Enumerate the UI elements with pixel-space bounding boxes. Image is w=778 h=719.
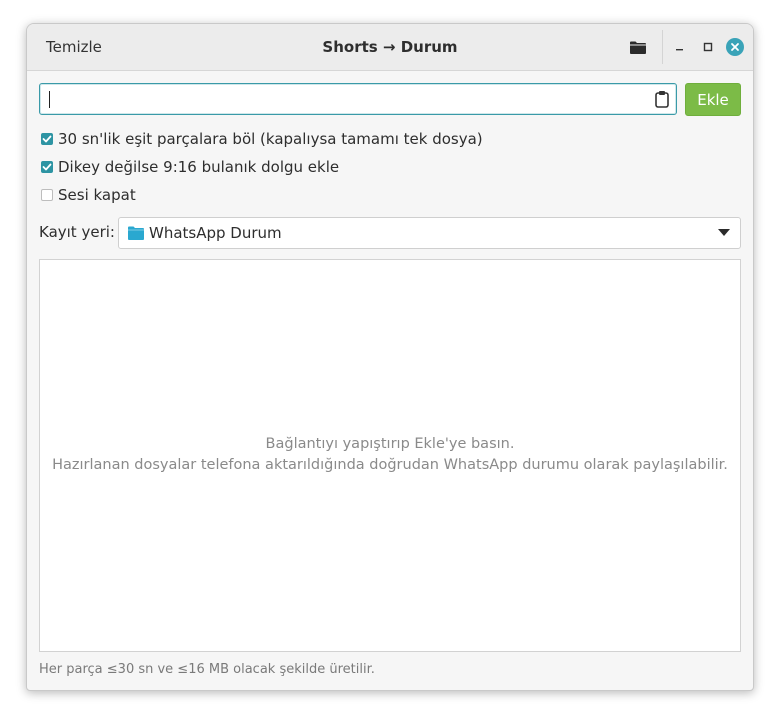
text-caret <box>49 91 50 108</box>
blur-checkbox[interactable] <box>41 161 53 173</box>
url-entry[interactable] <box>39 83 677 115</box>
save-location-label: Kayıt yeri: <box>39 223 115 241</box>
save-location-dropdown[interactable]: WhatsApp Durum <box>118 217 741 249</box>
queue-list[interactable]: Bağlantıyı yapıştırıp Ekle'ye basın. Haz… <box>39 259 741 652</box>
url-input[interactable] <box>46 84 646 114</box>
maximize-button[interactable] <box>698 37 718 57</box>
empty-state: Bağlantıyı yapıştırıp Ekle'ye basın. Haz… <box>40 434 740 476</box>
split-option[interactable]: 30 sn'lik eşit parçalara böl (kapalıysa … <box>41 128 483 150</box>
split-checkbox[interactable] <box>41 133 53 145</box>
checkmark-icon <box>42 135 52 143</box>
blur-label: Dikey değilse 9:16 bulanık dolgu ekle <box>58 158 340 176</box>
add-button[interactable]: Ekle <box>685 83 741 116</box>
footer-note: Her parça ≤30 sn ve ≤16 MB olacak şekild… <box>39 662 375 677</box>
save-location-value: WhatsApp Durum <box>149 224 282 242</box>
header-bar: Temizle Shorts → Durum <box>27 24 753 71</box>
folder-icon <box>630 41 646 54</box>
chevron-down-icon <box>718 229 730 236</box>
app-window: Temizle Shorts → Durum Ekle 30 sn'lik eş… <box>26 23 754 691</box>
minimize-icon <box>676 49 683 51</box>
empty-state-line1: Bağlantıyı yapıştırıp Ekle'ye basın. <box>265 436 515 452</box>
folder-icon <box>128 226 144 240</box>
mute-option[interactable]: Sesi kapat <box>41 184 136 206</box>
blur-option[interactable]: Dikey değilse 9:16 bulanık dolgu ekle <box>41 156 339 178</box>
mute-checkbox[interactable] <box>41 189 53 201</box>
maximize-icon <box>703 42 713 52</box>
clear-button[interactable]: Temizle <box>37 32 111 62</box>
close-button[interactable] <box>725 37 745 57</box>
minimize-button[interactable] <box>670 37 690 57</box>
empty-state-line2: Hazırlanan dosyalar telefona aktarıldığı… <box>52 457 728 473</box>
checkmark-icon <box>42 163 52 171</box>
clipboard-icon[interactable] <box>654 90 670 108</box>
header-separator <box>662 30 663 64</box>
mute-label: Sesi kapat <box>58 186 136 204</box>
open-folder-button[interactable] <box>625 35 651 59</box>
close-icon <box>731 43 739 51</box>
split-label: 30 sn'lik eşit parçalara böl (kapalıysa … <box>58 130 483 148</box>
